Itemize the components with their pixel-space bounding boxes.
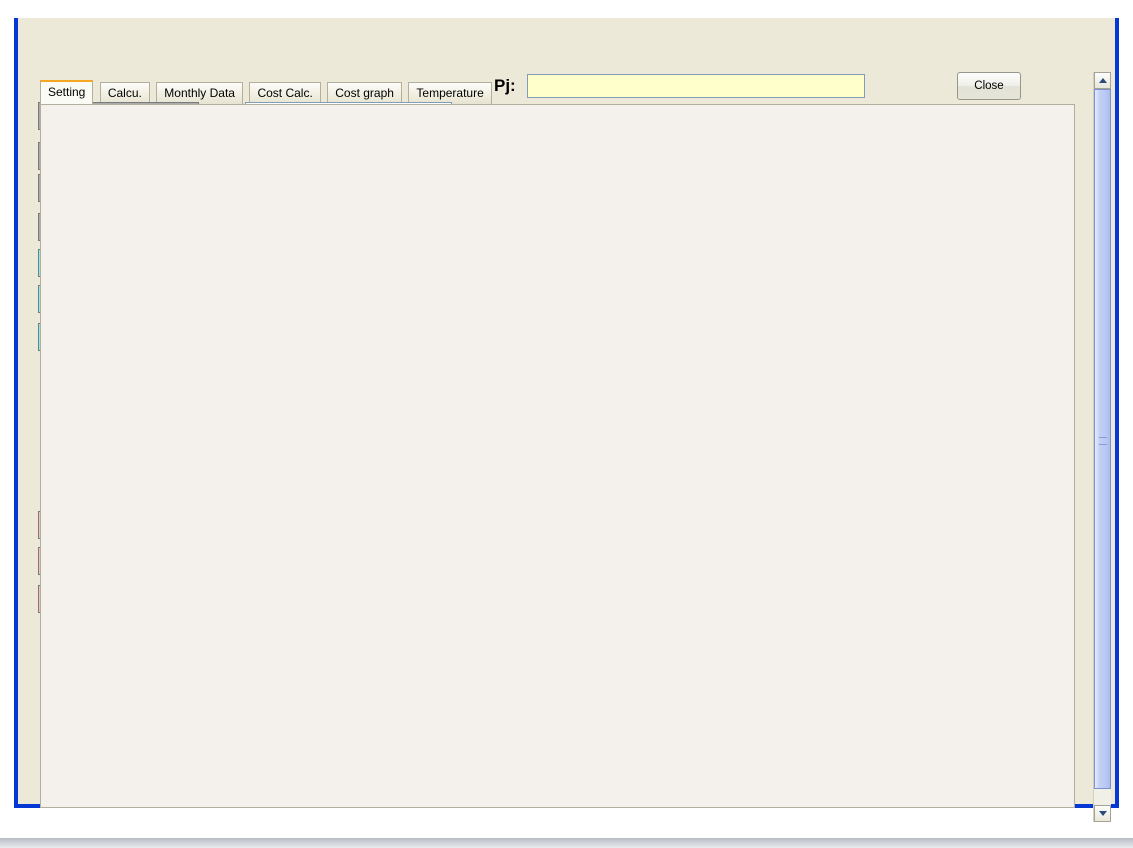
- form-vertical-scrollbar[interactable]: [1093, 72, 1111, 822]
- tab-setting[interactable]: Setting: [40, 80, 94, 104]
- tab-cost-calc[interactable]: Cost Calc.: [249, 82, 321, 104]
- application-window: Setting Calcu. Monthly Data Cost Calc. C…: [14, 18, 1119, 822]
- desktop-shadow: [0, 838, 1133, 848]
- scrollbar-thumb[interactable]: [1094, 89, 1111, 789]
- tab-temperature[interactable]: Temperature: [408, 82, 492, 104]
- tab-cost-graph[interactable]: Cost graph: [327, 82, 402, 104]
- project-label: Pj:: [494, 76, 516, 95]
- tab-monthly-data[interactable]: Monthly Data: [156, 82, 243, 104]
- scroll-down-icon[interactable]: [1094, 805, 1111, 822]
- project-input[interactable]: [527, 74, 865, 98]
- tab-strip: Setting Calcu. Monthly Data Cost Calc. C…: [40, 80, 494, 104]
- tab-calcu[interactable]: Calcu.: [99, 82, 150, 104]
- scroll-up-icon[interactable]: [1094, 72, 1111, 89]
- tab-page-setting: [40, 104, 1075, 808]
- close-button[interactable]: Close: [957, 72, 1021, 100]
- desktop-background: Model Baesd Calculation ✕ Setting Calcu.…: [0, 0, 1133, 848]
